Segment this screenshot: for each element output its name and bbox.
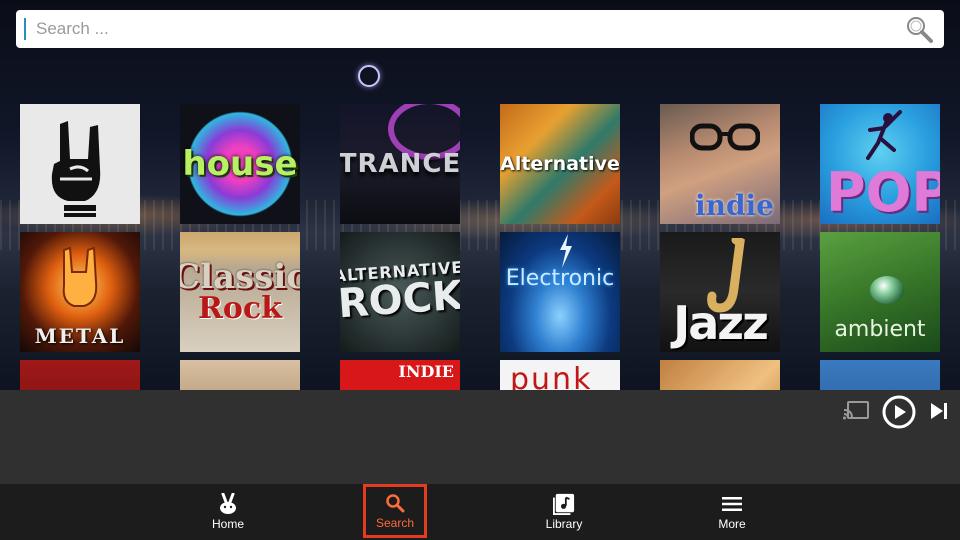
genre-grid: house TRANCE Alternative indie POP METAL… xyxy=(20,104,940,390)
genre-tile-punk[interactable]: punk xyxy=(500,360,620,390)
nav-label: Search xyxy=(375,516,415,530)
next-button[interactable] xyxy=(928,400,950,422)
nav-label: More xyxy=(718,517,746,531)
genre-label: POP xyxy=(826,161,940,224)
nav-label: Home xyxy=(211,517,244,531)
genre-label: Jazz xyxy=(673,296,769,350)
search-icon[interactable] xyxy=(904,14,934,44)
genre-label-line1: Classic xyxy=(180,257,300,297)
genre-label: TRANCE xyxy=(340,149,460,179)
loading-spinner xyxy=(358,65,380,87)
nav-item-library[interactable]: Library xyxy=(536,484,592,540)
nav-item-home[interactable]: Home xyxy=(200,484,256,540)
glasses-icon xyxy=(690,123,760,151)
play-circle-icon xyxy=(882,395,916,429)
genre-tile-classic-rock[interactable]: Classic Rock xyxy=(180,232,300,352)
genre-tile-electronic[interactable]: Electronic xyxy=(500,232,620,352)
genre-tile-pop[interactable]: POP xyxy=(820,104,940,224)
genre-tile-alternative-rock[interactable]: ALTERNATIVE ROCK xyxy=(340,232,460,352)
lightning-icon xyxy=(560,234,572,268)
rock-hand-icon xyxy=(51,121,101,217)
genre-tile-metal[interactable]: METAL xyxy=(20,232,140,352)
bottom-navigation: Home Search Library More xyxy=(0,484,960,540)
search-bar[interactable] xyxy=(16,10,944,48)
genre-tile-row3-1[interactable] xyxy=(20,360,140,390)
genre-tile-ambient[interactable]: ambient xyxy=(820,232,940,352)
nav-item-more[interactable]: More xyxy=(704,484,760,540)
genre-tile-alternative[interactable]: Alternative xyxy=(500,104,620,224)
nav-item-search[interactable]: Search xyxy=(363,484,427,538)
player-bar xyxy=(0,390,960,484)
cast-icon xyxy=(843,401,869,420)
genre-tile-house[interactable]: house xyxy=(180,104,300,224)
play-button[interactable] xyxy=(882,395,916,429)
genre-tile-jazz[interactable]: Jazz xyxy=(660,232,780,352)
genre-label-line2: Rock xyxy=(198,291,282,326)
search-icon xyxy=(384,492,406,514)
genre-label: Alternative xyxy=(500,153,620,175)
genre-label: house xyxy=(182,144,298,184)
genre-tile-indie-2[interactable]: INDIE xyxy=(340,360,460,390)
genre-tile-metal-hand[interactable] xyxy=(20,104,140,224)
rabbit-icon xyxy=(217,493,239,515)
genre-tile-row3-2[interactable] xyxy=(180,360,300,390)
genre-label: indie xyxy=(694,189,774,222)
menu-icon xyxy=(721,493,743,515)
water-drop-icon xyxy=(870,276,904,304)
genre-tile-row3-6[interactable] xyxy=(820,360,940,390)
genre-label: punk xyxy=(510,362,593,390)
music-library-icon xyxy=(553,493,575,515)
genre-label: INDIE xyxy=(398,362,454,381)
flaming-hand-icon xyxy=(62,246,98,307)
skip-next-icon xyxy=(931,403,947,419)
search-input[interactable] xyxy=(24,18,904,40)
genre-tile-trance[interactable]: TRANCE xyxy=(340,104,460,224)
genre-tile-indie[interactable]: indie xyxy=(660,104,780,224)
dancer-icon xyxy=(866,110,902,160)
nav-label: Library xyxy=(545,517,583,531)
genre-tile-row3-5[interactable] xyxy=(660,360,780,390)
genre-label: METAL xyxy=(34,324,126,348)
genre-label-line2: ROCK xyxy=(340,272,460,328)
cast-button[interactable] xyxy=(842,400,870,422)
genre-label: Electronic xyxy=(505,266,615,291)
genre-label: ambient xyxy=(834,317,926,342)
